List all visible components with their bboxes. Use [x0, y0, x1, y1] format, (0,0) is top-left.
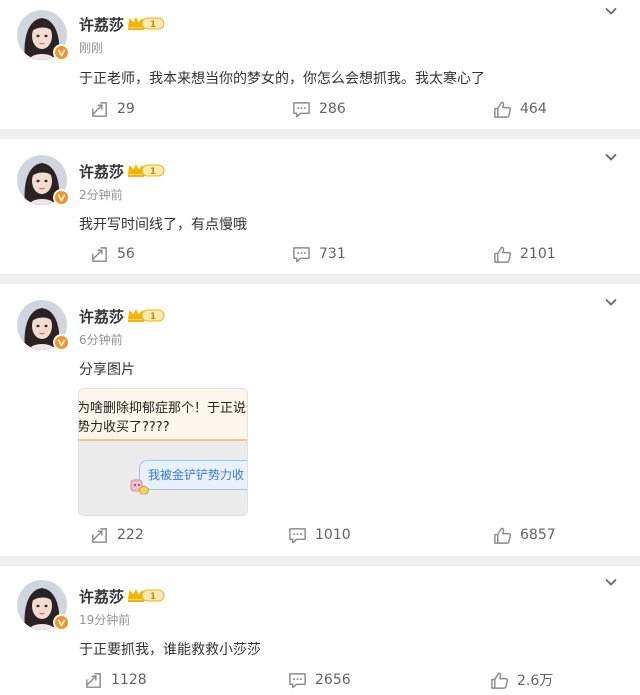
comment-button[interactable]: 1010	[288, 524, 351, 546]
avatar[interactable]	[17, 155, 70, 206]
repost-button[interactable]: 222	[90, 524, 144, 546]
avatar[interactable]	[17, 580, 70, 631]
chevron-down-icon[interactable]	[604, 297, 618, 307]
crown-level-badge-icon[interactable]: 1	[127, 587, 165, 603]
verified-v-badge-icon	[53, 334, 70, 351]
chevron-down-icon[interactable]	[604, 152, 618, 162]
comment-button[interactable]: 731	[292, 243, 346, 265]
comment-button[interactable]: 286	[292, 98, 346, 120]
crown-level-badge-icon[interactable]: 1	[127, 162, 165, 178]
post-text: 分享图片	[79, 362, 135, 378]
crown-level-badge-icon[interactable]: 1	[127, 307, 165, 323]
username[interactable]: 许荔莎	[79, 586, 124, 607]
post-text: 我开写时间线了，有点慢哦	[79, 217, 247, 233]
username[interactable]: 许荔莎	[79, 14, 124, 35]
comment-button[interactable]: 2656	[288, 669, 351, 691]
action-bar: 29 286 464	[0, 98, 640, 120]
level-label: 1	[150, 20, 156, 30]
thumbs-up-icon	[494, 101, 512, 118]
repost-icon	[92, 101, 107, 117]
post-card: 许荔莎 1 19分钟前 于正要抓我，谁能救救小莎莎 1128 2656 2.6万	[0, 566, 640, 695]
comment-icon	[289, 672, 306, 688]
thumbs-up-icon	[494, 246, 512, 263]
image-chat-bubble: 我被金铲铲势力收	[139, 460, 247, 490]
post-image[interactable]: 为啥删除抑郁症那个！于正说仿 势力收买了???? 我被金铲铲势力收	[78, 388, 248, 516]
post-card: 许荔莎 1 6分钟前 分享图片 为啥删除抑郁症那个！于正说仿 势力收买了????…	[0, 284, 640, 556]
like-button[interactable]: 2.6万	[490, 669, 553, 691]
repost-count: 222	[117, 527, 144, 543]
level-label: 1	[150, 592, 156, 602]
like-count: 2101	[520, 246, 556, 262]
image-text-line: 为啥删除抑郁症那个！于正说仿	[78, 401, 248, 416]
repost-icon	[92, 246, 107, 262]
avatar[interactable]	[17, 300, 70, 351]
chevron-down-icon[interactable]	[604, 577, 618, 587]
avatar[interactable]	[17, 10, 70, 61]
post-text: 于正老师，我本来想当你的梦女的，你怎么会想抓我。我太寒心了	[79, 71, 485, 87]
repost-count: 56	[117, 246, 135, 262]
comment-count: 286	[319, 101, 346, 117]
level-label: 1	[150, 167, 156, 177]
action-bar: 1128 2656 2.6万	[0, 669, 640, 691]
comment-count: 731	[319, 246, 346, 262]
verified-v-badge-icon	[53, 614, 70, 631]
like-count: 6857	[520, 527, 556, 543]
thumbs-up-icon	[494, 527, 512, 544]
repost-button[interactable]: 56	[90, 243, 135, 265]
post-time[interactable]: 2分钟前	[79, 186, 123, 203]
comment-icon	[293, 101, 310, 117]
like-count: 2.6万	[517, 673, 554, 689]
repost-icon	[92, 527, 107, 543]
comment-count: 1010	[315, 527, 351, 543]
post-card: 许荔莎 1 刚刚 于正老师，我本来想当你的梦女的，你怎么会想抓我。我太寒心了 2…	[0, 0, 640, 129]
level-label: 1	[150, 312, 156, 322]
action-bar: 222 1010 6857	[0, 524, 640, 546]
username[interactable]: 许荔莎	[79, 161, 124, 182]
like-button[interactable]: 6857	[493, 524, 556, 546]
comment-icon	[293, 246, 310, 262]
repost-count: 29	[117, 101, 135, 117]
action-bar: 56 731 2101	[0, 243, 640, 265]
post-text: 于正要抓我，谁能救救小莎莎	[79, 642, 261, 658]
verified-v-badge-icon	[53, 189, 70, 206]
username[interactable]: 许荔莎	[79, 306, 124, 327]
post-time[interactable]: 6分钟前	[79, 331, 123, 348]
post-card: 许荔莎 1 2分钟前 我开写时间线了，有点慢哦 56 731 2101	[0, 139, 640, 274]
verified-v-badge-icon	[53, 44, 70, 61]
repost-button[interactable]: 29	[90, 98, 135, 120]
thumbs-up-icon	[491, 672, 509, 689]
like-count: 464	[520, 101, 547, 117]
like-button[interactable]: 2101	[493, 243, 556, 265]
post-time[interactable]: 19分钟前	[79, 611, 130, 628]
repost-button[interactable]: 1128	[84, 669, 147, 691]
comment-count: 2656	[315, 672, 351, 688]
chevron-down-icon[interactable]	[604, 6, 618, 16]
comment-icon	[289, 527, 306, 543]
crown-level-badge-icon[interactable]: 1	[127, 15, 165, 31]
repost-count: 1128	[111, 672, 147, 688]
image-header: 为啥删除抑郁症那个！于正说仿 势力收买了????	[79, 389, 247, 441]
post-time[interactable]: 刚刚	[79, 39, 103, 56]
image-text-line: 势力收买了????	[78, 420, 170, 435]
repost-icon	[86, 672, 101, 688]
like-button[interactable]: 464	[493, 98, 547, 120]
sticker-icon	[130, 479, 150, 495]
